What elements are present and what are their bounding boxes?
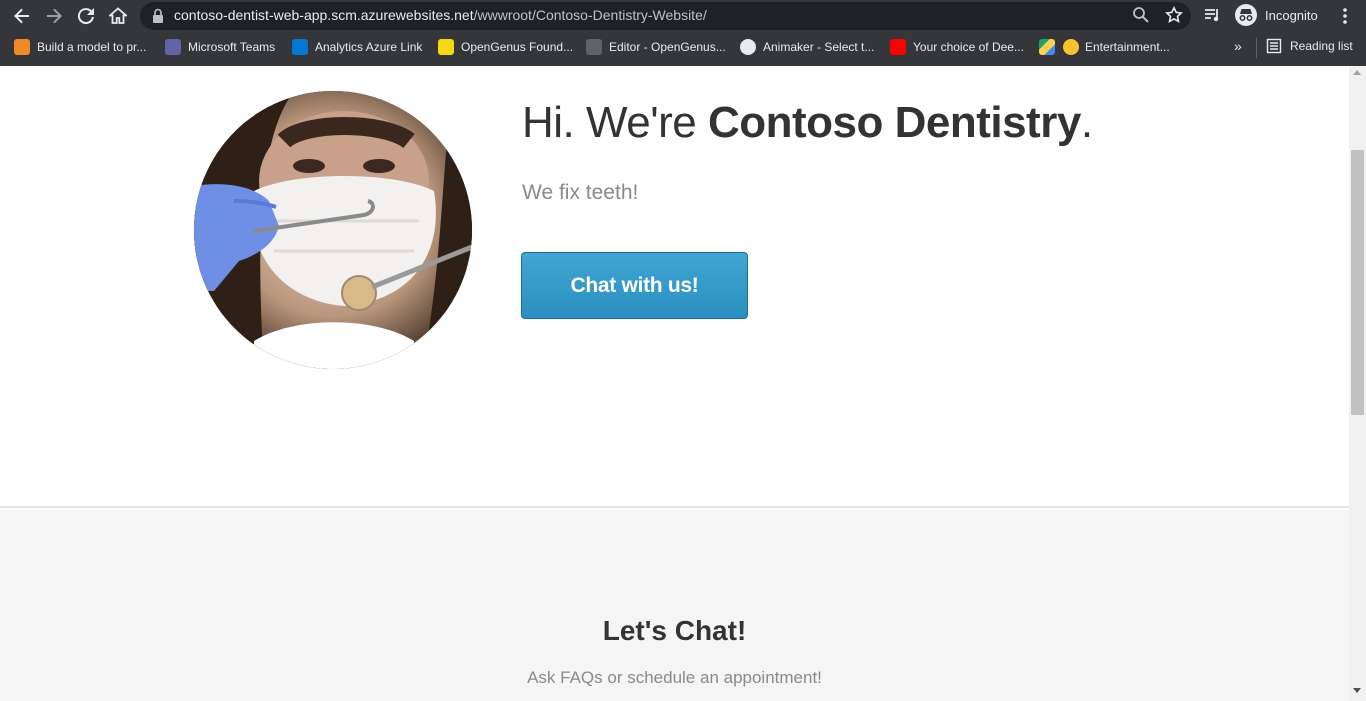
hero-section: Hi. We're Contoso Dentistry. We fix teet… bbox=[0, 66, 1349, 508]
bookmark-item[interactable]: Entertainment... bbox=[1063, 38, 1170, 56]
chat-section: Let's Chat! Ask FAQs or schedule an appo… bbox=[0, 510, 1349, 701]
reading-list-label: Reading list bbox=[1290, 39, 1353, 53]
bookmark-label: Your choice of Dee... bbox=[913, 40, 1024, 54]
orange-cube-icon bbox=[14, 39, 30, 55]
bookmark-item[interactable]: Animaker - Select t... bbox=[740, 38, 874, 56]
reload-button[interactable] bbox=[74, 4, 98, 28]
azure-devops-icon bbox=[292, 39, 308, 55]
scroll-thumb[interactable] bbox=[1351, 150, 1364, 415]
home-button[interactable] bbox=[106, 4, 130, 28]
opengenus-icon bbox=[438, 39, 454, 55]
bookmark-star-icon[interactable] bbox=[1165, 6, 1183, 24]
bookmarks-bar: Build a model to pr... Microsoft Teams A… bbox=[0, 34, 1366, 60]
reload-icon bbox=[77, 8, 94, 25]
bookmark-item[interactable]: Microsoft Teams bbox=[165, 38, 275, 56]
title-suffix: . bbox=[1080, 98, 1093, 147]
url-host: contoso-dentist-web-app.scm.azurewebsite… bbox=[174, 7, 474, 23]
back-arrow-icon bbox=[14, 8, 29, 24]
bookmark-item[interactable]: Your choice of Dee... bbox=[890, 38, 1024, 56]
youtube-icon bbox=[890, 39, 906, 55]
forward-button[interactable] bbox=[42, 4, 66, 28]
editor-icon bbox=[586, 39, 602, 55]
more-menu-icon[interactable] bbox=[1336, 6, 1354, 26]
page-scrollbar[interactable] bbox=[1349, 66, 1366, 701]
url-text[interactable]: contoso-dentist-web-app.scm.azurewebsite… bbox=[174, 7, 707, 24]
incognito-glyph-icon bbox=[1239, 9, 1253, 21]
bookmark-item[interactable]: Editor - OpenGenus... bbox=[586, 38, 726, 56]
google-drive-icon bbox=[1039, 39, 1055, 55]
bookmark-label: Analytics Azure Link bbox=[315, 40, 423, 54]
bookmark-label: Animaker - Select t... bbox=[763, 40, 875, 54]
back-button[interactable] bbox=[10, 4, 34, 28]
page-viewport: Hi. We're Contoso Dentistry. We fix teet… bbox=[0, 66, 1349, 701]
more-bookmarks-button[interactable]: » bbox=[1234, 38, 1242, 54]
chat-subheading: Ask FAQs or schedule an appointment! bbox=[527, 668, 822, 687]
zoom-icon[interactable] bbox=[1132, 6, 1150, 24]
bookmark-label: Editor - OpenGenus... bbox=[609, 40, 726, 54]
brand-name: Contoso Dentistry bbox=[707, 98, 1081, 147]
home-icon bbox=[109, 7, 127, 24]
dentist-illustration bbox=[194, 91, 472, 369]
browser-toolbar: contoso-dentist-web-app.scm.azurewebsite… bbox=[0, 0, 1366, 32]
bookmark-item[interactable]: Build a model to pr... bbox=[14, 38, 146, 56]
scroll-up-arrow-icon[interactable] bbox=[1353, 70, 1361, 75]
bookmark-label: Microsoft Teams bbox=[188, 40, 276, 54]
bookmark-item[interactable]: OpenGenus Found... bbox=[438, 38, 573, 56]
bookmark-item[interactable] bbox=[1039, 38, 1062, 56]
browser-chrome: contoso-dentist-web-app.scm.azurewebsite… bbox=[0, 0, 1366, 66]
chat-heading: Let's Chat! bbox=[602, 615, 747, 646]
bookmark-label: Entertainment... bbox=[1085, 40, 1170, 54]
bookmark-label: Build a model to pr... bbox=[37, 40, 147, 54]
hero-tagline: We fix teeth! bbox=[522, 181, 639, 204]
teams-icon bbox=[165, 39, 181, 55]
sunglasses-emoji-icon bbox=[1063, 39, 1079, 55]
title-prefix: Hi. We're bbox=[522, 98, 708, 147]
bookmark-label: OpenGenus Found... bbox=[461, 40, 574, 54]
forward-arrow-icon bbox=[47, 8, 62, 24]
profile-label[interactable]: Incognito bbox=[1265, 8, 1318, 23]
incognito-icon[interactable] bbox=[1235, 4, 1257, 26]
dentist-photo bbox=[194, 91, 472, 369]
chat-with-us-button[interactable]: Chat with us! bbox=[521, 252, 748, 319]
bookmark-item[interactable]: Analytics Azure Link bbox=[292, 38, 422, 56]
media-queue-icon[interactable] bbox=[1204, 6, 1222, 24]
bookmarks-divider bbox=[1256, 38, 1257, 58]
url-path: /wwwroot/Contoso-Dentistry-Website/ bbox=[473, 7, 707, 23]
reading-list-icon bbox=[1266, 38, 1282, 54]
hero-title: Hi. We're Contoso Dentistry. bbox=[522, 96, 1093, 150]
globe-icon bbox=[740, 39, 756, 55]
scroll-down-arrow-icon[interactable] bbox=[1353, 688, 1361, 693]
reading-list-button[interactable]: Reading list bbox=[1266, 37, 1353, 55]
lock-icon bbox=[153, 8, 163, 23]
